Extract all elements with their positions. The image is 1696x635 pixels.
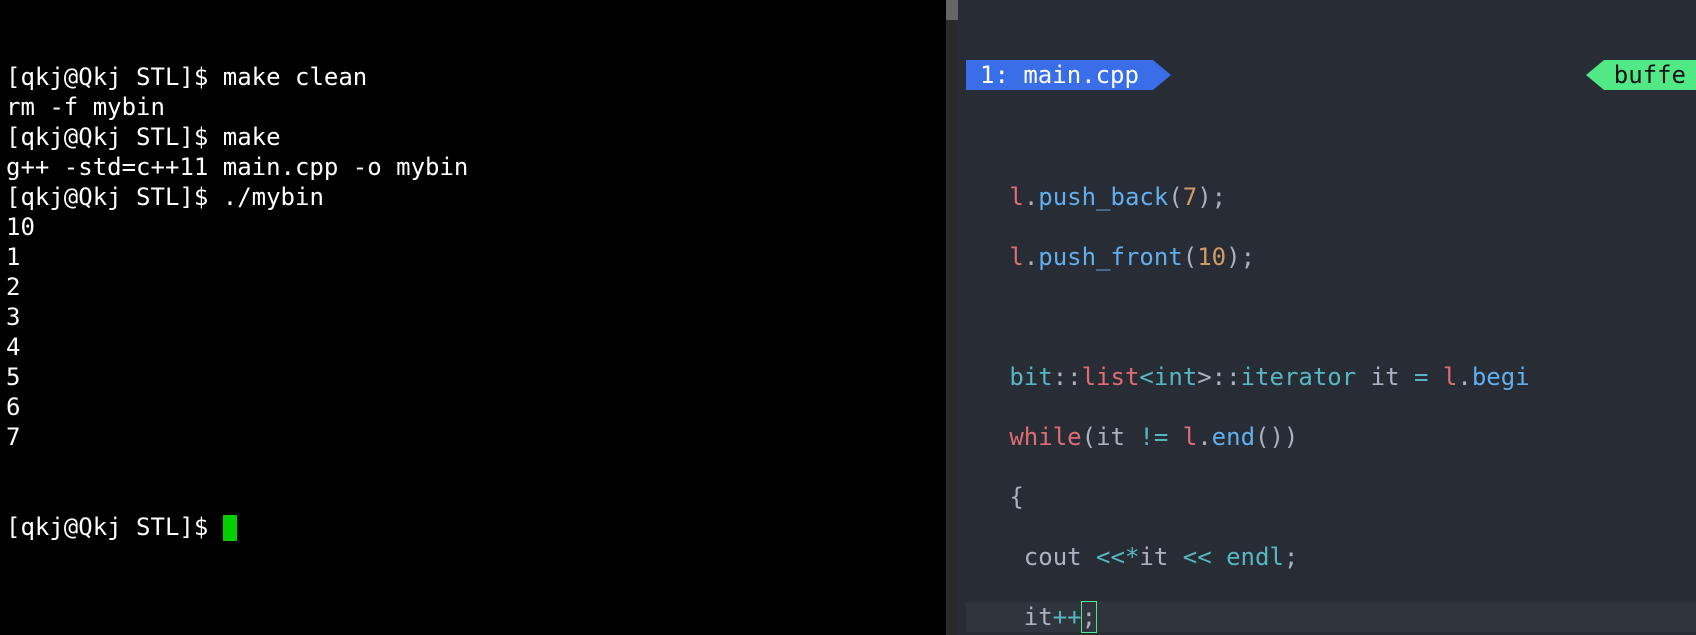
code-line: l.push_back(7);: [966, 182, 1696, 212]
tab-label: 1: main.cpp: [980, 60, 1139, 90]
terminal-line: rm -f mybin: [6, 92, 958, 122]
code-line: l.push_front(10);: [966, 242, 1696, 272]
tab-right-label: buffe: [1614, 60, 1686, 90]
split-container: [qkj@Qkj STL]$ make cleanrm -f mybin[qkj…: [0, 0, 1696, 635]
terminal-line: 5: [6, 362, 958, 392]
terminal-scrollbar-thumb[interactable]: [946, 0, 958, 20]
terminal-prompt: [qkj@Qkj STL]$: [6, 513, 223, 541]
editor-code-area[interactable]: l.push_back(7); l.push_front(10); bit::l…: [966, 150, 1696, 635]
code-line: cout <<*it << endl;: [966, 542, 1696, 572]
terminal-line: 10: [6, 212, 958, 242]
terminal-scrollbar[interactable]: [946, 0, 958, 635]
terminal-output: [qkj@Qkj STL]$ make cleanrm -f mybin[qkj…: [6, 62, 958, 452]
editor-cursor: ;: [1082, 602, 1096, 632]
terminal-line: g++ -std=c++11 main.cpp -o mybin: [6, 152, 958, 182]
terminal-line: 2: [6, 272, 958, 302]
editor-pane[interactable]: 1: main.cpp buffe l.push_back(7); l.push…: [958, 0, 1696, 635]
terminal-line: 4: [6, 332, 958, 362]
editor-tabbar: 1: main.cpp buffe: [966, 60, 1696, 90]
code-line: [966, 302, 1696, 332]
terminal-prompt-line[interactable]: [qkj@Qkj STL]$: [6, 512, 958, 542]
terminal-line: 6: [6, 392, 958, 422]
code-line: bit::list<int>::iterator it = l.begi: [966, 362, 1696, 392]
terminal-line: [qkj@Qkj STL]$ make: [6, 122, 958, 152]
terminal-line: [qkj@Qkj STL]$ make clean: [6, 62, 958, 92]
code-line: while(it != l.end()): [966, 422, 1696, 452]
tab-main-cpp[interactable]: 1: main.cpp: [966, 60, 1153, 90]
terminal-line: [qkj@Qkj STL]$ ./mybin: [6, 182, 958, 212]
terminal-line: 3: [6, 302, 958, 332]
code-line-current: it++;: [966, 602, 1696, 632]
code-line: {: [966, 482, 1696, 512]
terminal-cursor: [223, 515, 237, 541]
terminal-pane[interactable]: [qkj@Qkj STL]$ make cleanrm -f mybin[qkj…: [0, 0, 958, 635]
terminal-line: 1: [6, 242, 958, 272]
terminal-line: 7: [6, 422, 958, 452]
tab-buffers[interactable]: buffe: [1604, 60, 1696, 90]
